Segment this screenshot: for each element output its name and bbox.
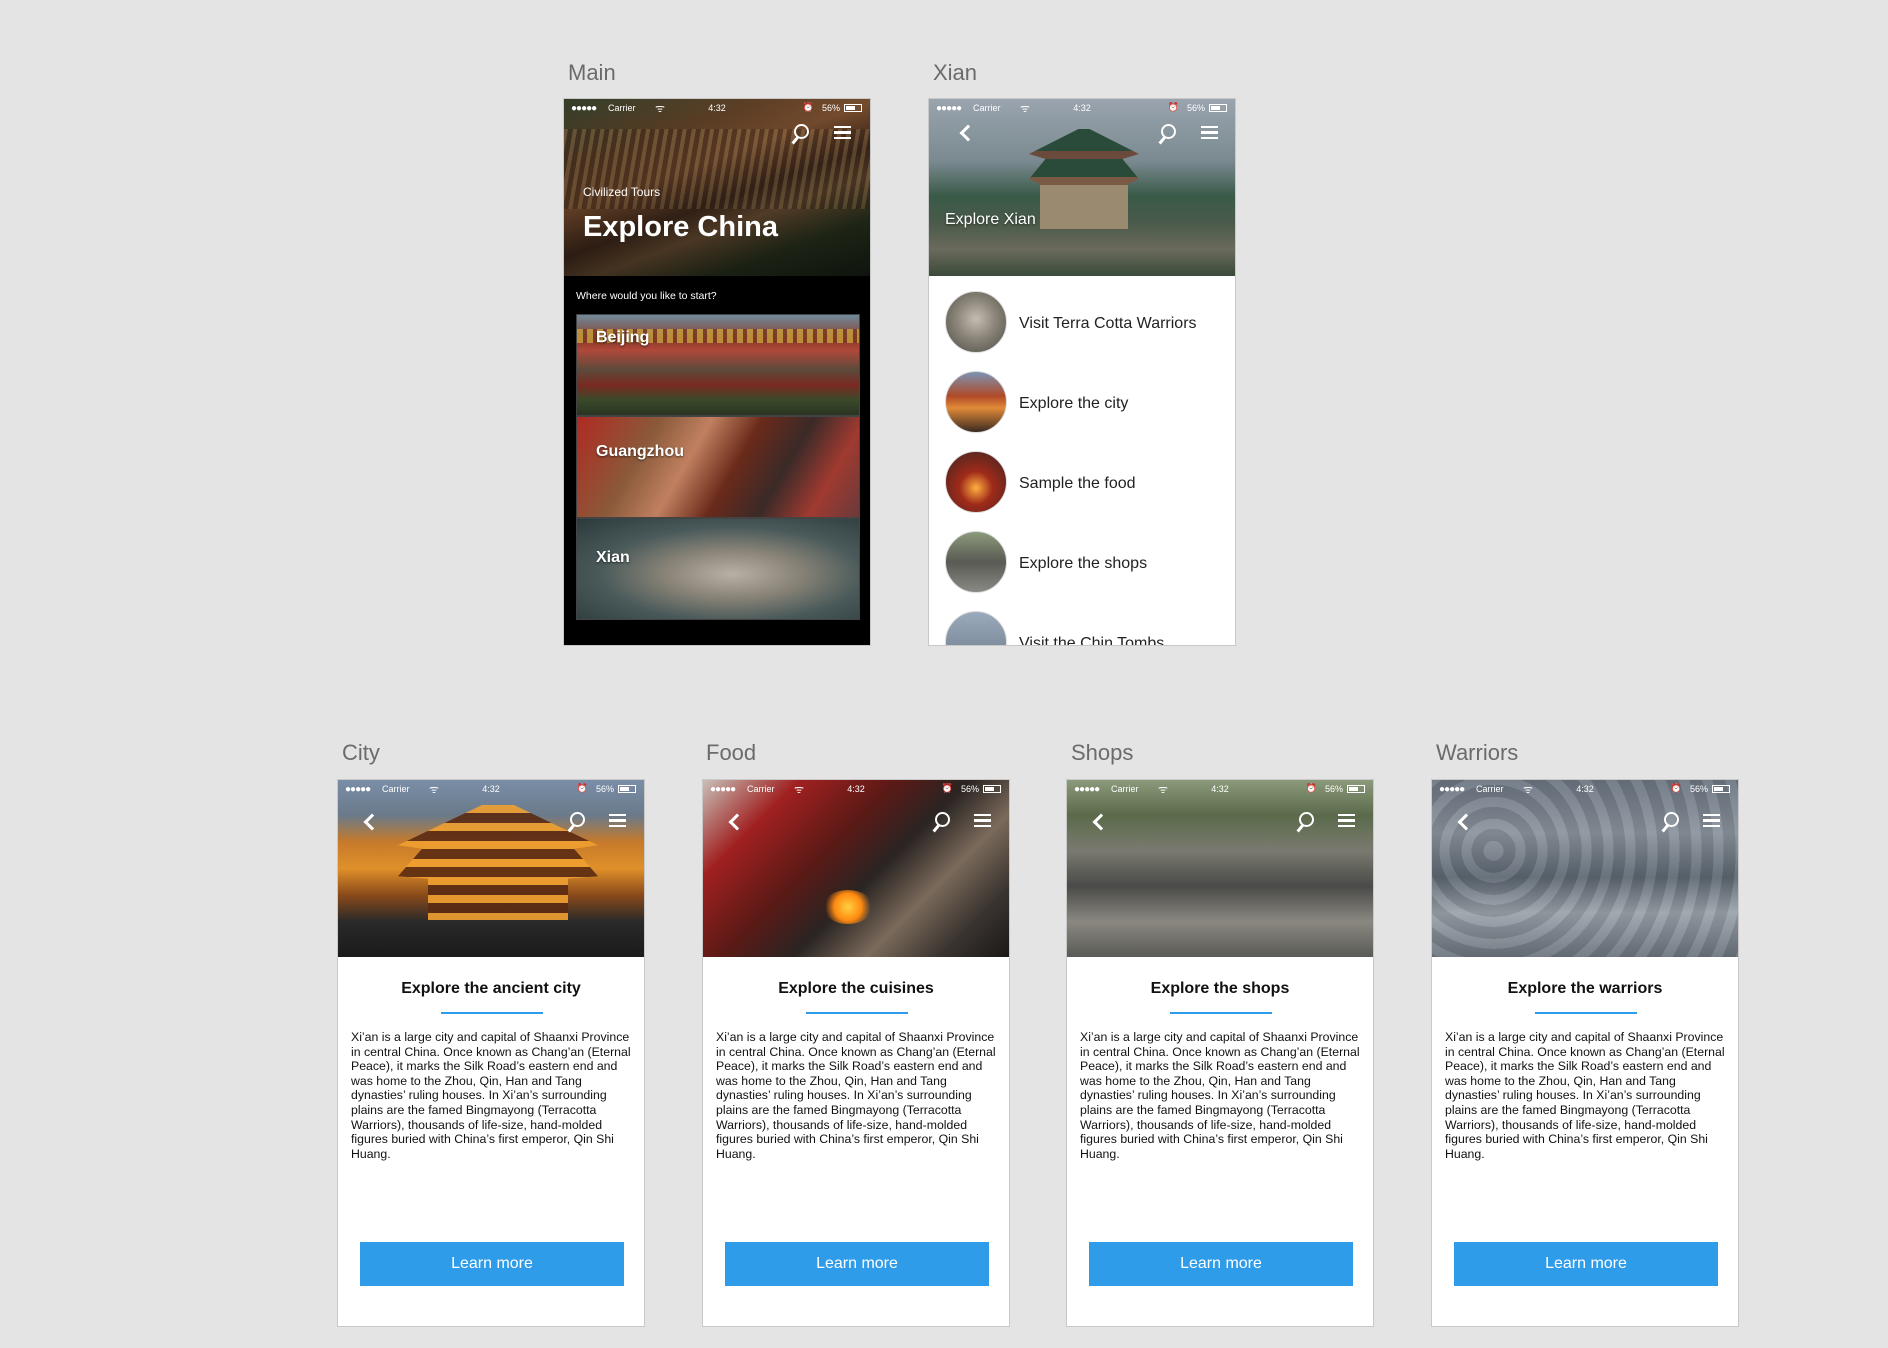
- description: Xi’an is a large city and capital of Sha…: [716, 1030, 996, 1161]
- battery-icon: [1712, 785, 1730, 793]
- status-bar: ●●●●● Carrier ᯤ 4:32 ⏰ 56%: [703, 780, 1009, 798]
- menu-icon[interactable]: [1338, 814, 1355, 827]
- hero-image: [929, 99, 1235, 276]
- status-bar: ●●●●● Carrier ᯤ 4:32 ⏰ 56%: [929, 99, 1235, 117]
- battery-percent: 56%: [1689, 784, 1708, 794]
- menu-icon[interactable]: [1201, 126, 1218, 139]
- learn-more-button[interactable]: Learn more: [360, 1242, 624, 1286]
- description: Xi’an is a large city and capital of Sha…: [1445, 1030, 1725, 1161]
- hero-image: [338, 780, 644, 957]
- alarm-icon: ⏰: [1670, 783, 1682, 793]
- xian-screen: ●●●●● Carrier ᯤ 4:32 ⏰ 56% Explore Xian …: [928, 98, 1236, 646]
- battery-icon: [844, 104, 862, 112]
- list-item-warriors[interactable]: Visit Terra Cotta Warriors: [945, 291, 1225, 355]
- hero-image: [703, 780, 1009, 957]
- battery-percent: 56%: [1186, 103, 1205, 113]
- artboard-label-main: Main: [568, 60, 616, 85]
- learn-more-button[interactable]: Learn more: [1089, 1242, 1353, 1286]
- shops-screen: ●●●●● Carrier ᯤ 4:32 ⏰ 56% Explore the s…: [1066, 779, 1374, 1327]
- battery-icon: [1209, 104, 1227, 112]
- list-item-tombs[interactable]: Visit the Chin Tombs: [945, 611, 1225, 646]
- thumbnail: [945, 611, 1007, 645]
- title-divider: [1535, 1012, 1637, 1014]
- status-bar: ●●●●● Carrier ᯤ 4:32 ⏰ 56%: [1067, 780, 1373, 798]
- list-item-label: Visit Terra Cotta Warriors: [1019, 315, 1197, 332]
- list-item-label: Explore the city: [1019, 395, 1129, 412]
- search-icon[interactable]: [1664, 812, 1679, 827]
- list-item-food[interactable]: Sample the food: [945, 451, 1225, 515]
- menu-icon[interactable]: [1703, 814, 1720, 827]
- description: Xi’an is a large city and capital of Sha…: [351, 1030, 631, 1161]
- thumbnail: [945, 291, 1007, 353]
- page-title: Explore China: [583, 211, 778, 243]
- page-title: Explore the warriors: [1507, 980, 1663, 997]
- warriors-screen: ●●●●● Carrier ᯤ 4:32 ⏰ 56% Explore the w…: [1431, 779, 1739, 1327]
- menu-icon[interactable]: [974, 814, 991, 827]
- menu-icon[interactable]: [609, 814, 626, 827]
- alarm-icon: ⏰: [1167, 102, 1179, 112]
- learn-more-button[interactable]: Learn more: [1454, 1242, 1718, 1286]
- title-divider: [1170, 1012, 1272, 1014]
- city-card-label: Xian: [596, 549, 630, 566]
- menu-icon[interactable]: [834, 126, 851, 139]
- city-card-xian[interactable]: Xian: [576, 518, 860, 620]
- thumbnail: [945, 531, 1007, 593]
- search-icon[interactable]: [1161, 124, 1176, 139]
- page-title: Explore the shops: [1150, 980, 1290, 997]
- list-item-label: Sample the food: [1019, 475, 1136, 492]
- thumbnail: [945, 451, 1007, 513]
- status-bar: ●●●●● Carrier ᯤ 4:32 ⏰ 56%: [338, 780, 644, 798]
- city-card-label: Beijing: [596, 329, 650, 346]
- battery-percent: 56%: [960, 784, 979, 794]
- page-title: Explore Xian: [945, 211, 1036, 228]
- artboard-label-shops: Shops: [1071, 740, 1134, 765]
- city-card-beijing[interactable]: Beijing: [576, 314, 860, 416]
- learn-more-button[interactable]: Learn more: [725, 1242, 989, 1286]
- battery-percent: 56%: [821, 103, 840, 113]
- list-item-shops[interactable]: Explore the shops: [945, 531, 1225, 595]
- city-card-guangzhou[interactable]: Guangzhou: [576, 416, 860, 518]
- battery-percent: 56%: [595, 784, 614, 794]
- artboard-label-food: Food: [706, 740, 757, 765]
- battery-percent: 56%: [1324, 784, 1343, 794]
- start-prompt: Where would you like to start?: [576, 290, 717, 302]
- title-divider: [441, 1012, 543, 1014]
- alarm-icon: ⏰: [1305, 783, 1317, 793]
- alarm-icon: ⏰: [576, 783, 588, 793]
- artboard-label-warriors: Warriors: [1436, 740, 1519, 765]
- search-icon[interactable]: [1299, 812, 1314, 827]
- hero-image: [1067, 780, 1373, 957]
- search-icon[interactable]: [794, 124, 809, 139]
- search-icon[interactable]: [935, 812, 950, 827]
- hero-image: [1432, 780, 1738, 957]
- description: Xi’an is a large city and capital of Sha…: [1080, 1030, 1360, 1161]
- thumbnail: [945, 371, 1007, 433]
- list-item-label: Visit the Chin Tombs: [1019, 635, 1165, 646]
- main-screen: ●●●●● Carrier ᯤ 4:32 ⏰ 56% Civilized Tou…: [563, 98, 871, 646]
- food-screen: ●●●●● Carrier ᯤ 4:32 ⏰ 56% Explore the c…: [702, 779, 1010, 1327]
- artboard-label-city: City: [342, 740, 380, 765]
- page-title: Explore the ancient city: [401, 980, 581, 997]
- brand-name: Civilized Tours: [583, 185, 661, 199]
- city-screen: ●●●●● Carrier ᯤ 4:32 ⏰ 56% Explore the a…: [337, 779, 645, 1327]
- page-title: Explore the cuisines: [778, 980, 934, 997]
- alarm-icon: ⏰: [802, 102, 814, 112]
- list-item-city[interactable]: Explore the city: [945, 371, 1225, 435]
- title-divider: [806, 1012, 908, 1014]
- search-icon[interactable]: [570, 812, 585, 827]
- alarm-icon: ⏰: [941, 783, 953, 793]
- list-item-label: Explore the shops: [1019, 555, 1148, 572]
- artboard-label-xian: Xian: [933, 60, 978, 85]
- battery-icon: [618, 785, 636, 793]
- status-bar: ●●●●● Carrier ᯤ 4:32 ⏰ 56%: [1432, 780, 1738, 798]
- battery-icon: [1347, 785, 1365, 793]
- status-bar: ●●●●● Carrier ᯤ 4:32 ⏰ 56%: [564, 99, 870, 117]
- battery-icon: [983, 785, 1001, 793]
- city-card-label: Guangzhou: [596, 443, 684, 460]
